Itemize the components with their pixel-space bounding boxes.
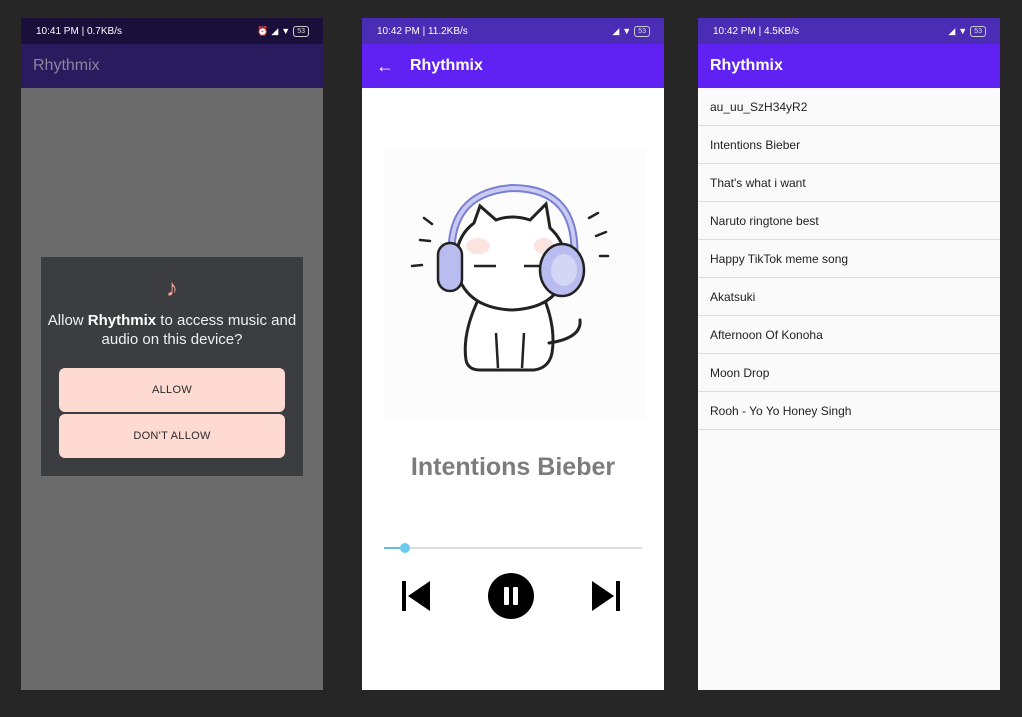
song-list-item[interactable]: That's what i want xyxy=(698,164,1000,202)
skip-next-icon[interactable] xyxy=(590,573,622,624)
battery-icon: 53 xyxy=(293,25,309,37)
pause-button[interactable] xyxy=(488,573,534,624)
status-text: 10:42 PM | 11.2KB/s xyxy=(377,25,468,37)
message-app-name: Rhythmix xyxy=(87,312,157,329)
song-list-item[interactable]: Rooh - Yo Yo Honey Singh xyxy=(698,392,1000,430)
status-text: 10:41 PM | 0.7KB/s xyxy=(36,25,122,37)
player-screen: 10:42 PM | 11.2KB/s ◢ ▼ 53 ← Rhythmix In… xyxy=(362,18,664,690)
song-list-item[interactable]: Akatsuki xyxy=(698,278,1000,316)
song-list-item[interactable]: au_uu_SzH34yR2 xyxy=(698,88,1000,126)
wifi-icon: ▼ xyxy=(958,26,968,36)
song-list-item[interactable]: Moon Drop xyxy=(698,354,1000,392)
song-list-item[interactable]: Afternoon Of Konoha xyxy=(698,316,1000,354)
music-note-icon: ♪ xyxy=(166,275,178,302)
album-art xyxy=(384,148,646,418)
status-bar: 10:41 PM | 0.7KB/s ⏰ ◢ ▼ 53 xyxy=(21,18,323,44)
permission-screen: 10:41 PM | 0.7KB/s ⏰ ◢ ▼ 53 Rhythmix ♪ A… xyxy=(21,18,323,690)
wifi-icon: ▼ xyxy=(622,26,632,36)
status-bar: 10:42 PM | 4.5KB/s ◢ ▼ 53 xyxy=(698,18,1000,44)
app-bar: Rhythmix xyxy=(21,44,323,88)
song-list-item[interactable]: Intentions Bieber xyxy=(698,126,1000,164)
battery-icon: 53 xyxy=(970,25,986,37)
app-title: Rhythmix xyxy=(410,57,483,74)
song-list: au_uu_SzH34yR2 Intentions Bieber That's wh… xyxy=(698,88,1000,430)
status-icons: ◢ ▼ 53 xyxy=(612,25,650,37)
cat-headphones-illustration xyxy=(410,183,610,372)
permission-dialog: ♪ Allow Rhythmix to access music and aud… xyxy=(41,257,303,476)
app-bar: Rhythmix xyxy=(698,44,1000,88)
battery-icon: 53 xyxy=(634,25,650,37)
signal-icon: ◢ xyxy=(948,25,956,36)
message-prefix: Allow xyxy=(47,312,88,329)
wifi-icon: ▼ xyxy=(281,26,291,36)
signal-icon: ◢ xyxy=(612,25,620,36)
status-icons: ⏰ ◢ ▼ 53 xyxy=(257,25,309,37)
song-list-screen: 10:42 PM | 4.5KB/s ◢ ▼ 53 Rhythmix au_uu… xyxy=(698,18,1000,690)
seek-thumb[interactable] xyxy=(399,543,410,553)
seek-bar[interactable] xyxy=(384,547,642,549)
back-arrow-icon[interactable]: ← xyxy=(376,56,394,77)
alarm-icon: ⏰ xyxy=(257,25,269,36)
allow-button[interactable]: ALLOW xyxy=(59,368,285,412)
dont-allow-button[interactable]: DON'T ALLOW xyxy=(59,414,285,458)
song-list-item[interactable]: Happy TikTok meme song xyxy=(698,240,1000,278)
app-title: Rhythmix xyxy=(710,57,783,74)
pause-icon xyxy=(488,573,534,619)
skip-previous-icon[interactable] xyxy=(400,573,432,624)
app-title: Rhythmix xyxy=(33,57,100,74)
song-list-item[interactable]: Naruto ringtone best xyxy=(698,202,1000,240)
status-text: 10:42 PM | 4.5KB/s xyxy=(713,25,799,37)
app-bar: ← Rhythmix xyxy=(362,44,664,88)
song-title: Intentions Bieber xyxy=(410,453,616,481)
signal-icon: ◢ xyxy=(271,25,279,36)
permission-message: Allow Rhythmix to access music and audio… xyxy=(41,311,303,349)
status-icons: ◢ ▼ 53 xyxy=(948,25,986,37)
status-bar: 10:42 PM | 11.2KB/s ◢ ▼ 53 xyxy=(362,18,664,44)
